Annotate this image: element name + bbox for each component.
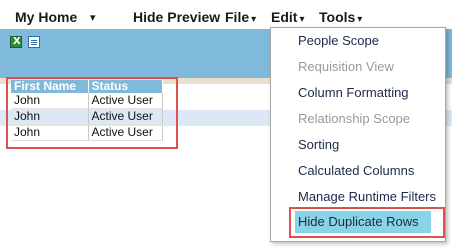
cell-status: Active User xyxy=(88,93,163,109)
tools-menu-label: Tools xyxy=(319,9,356,25)
menu-item-manage-runtime-filters[interactable]: Manage Runtime Filters xyxy=(298,189,436,204)
menubar: My Home ▾ Hide Preview File ▾ Edit ▾ Tools… xyxy=(0,0,452,29)
column-header-status[interactable]: Status xyxy=(88,80,163,93)
my-home-menu[interactable]: My Home xyxy=(15,9,77,25)
menu-item-calculated-columns[interactable]: Calculated Columns xyxy=(298,163,414,178)
menu-item-sorting[interactable]: Sorting xyxy=(298,137,339,152)
file-menu[interactable]: File ▾ xyxy=(225,9,256,25)
menu-item-people-scope[interactable]: People Scope xyxy=(298,33,379,48)
tools-menu[interactable]: Tools ▾ xyxy=(319,9,362,25)
chevron-down-icon: ▾ xyxy=(357,14,363,25)
table-header-row: First Name Status xyxy=(11,80,163,93)
table-row: John Active User xyxy=(11,108,163,125)
menu-item-column-formatting[interactable]: Column Formatting xyxy=(298,85,409,100)
chevron-down-icon: ▾ xyxy=(251,14,257,25)
document-icon[interactable] xyxy=(28,36,40,48)
column-header-first-name[interactable]: First Name xyxy=(11,80,89,93)
table-row: John Active User xyxy=(11,124,163,141)
edit-menu-label: Edit xyxy=(271,9,298,25)
cell-status: Active User xyxy=(88,108,163,125)
hide-preview-button[interactable]: Hide Preview xyxy=(133,9,220,25)
cell-first-name: John xyxy=(11,93,89,109)
cell-first-name: John xyxy=(11,108,89,125)
edit-menu[interactable]: Edit ▾ xyxy=(271,9,304,25)
cell-first-name: John xyxy=(11,124,89,141)
cell-status: Active User xyxy=(88,124,163,141)
menu-item-requisition-view: Requisition View xyxy=(298,59,394,74)
excel-export-icon[interactable] xyxy=(10,36,22,48)
data-table: First Name Status John Active User John … xyxy=(11,80,163,141)
menu-item-hide-duplicate-rows[interactable]: Hide Duplicate Rows xyxy=(295,211,431,233)
file-menu-label: File xyxy=(225,9,250,25)
tools-dropdown-menu: People Scope Requisition View Column For… xyxy=(270,27,446,242)
chevron-down-icon: ▾ xyxy=(299,14,305,25)
my-home-dropdown-arrow[interactable]: ▾ xyxy=(90,11,96,24)
table-row: John Active User xyxy=(11,93,163,109)
menu-item-relationship-scope: Relationship Scope xyxy=(298,111,411,126)
